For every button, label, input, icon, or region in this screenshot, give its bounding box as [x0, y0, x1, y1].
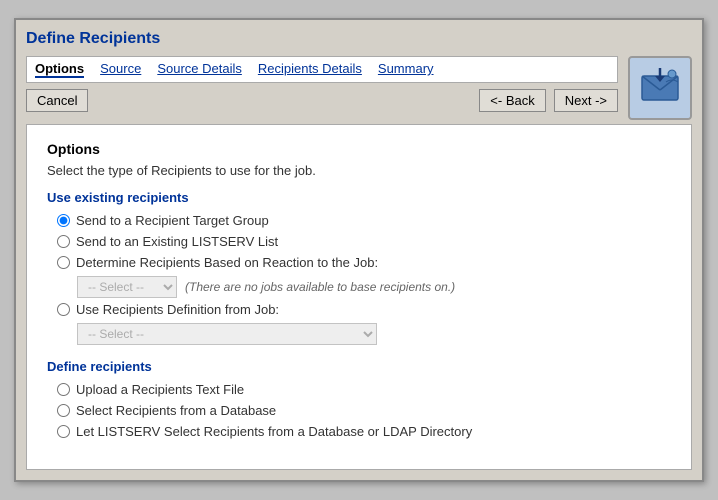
- select-row-r3: -- Select -- (There are no jobs availabl…: [57, 276, 671, 298]
- radio-item-7: Let LISTSERV Select Recipients from a Da…: [57, 424, 671, 439]
- group1-radio-group: Send to a Recipient Target Group Send to…: [47, 213, 671, 345]
- group2-title: Define recipients: [47, 359, 671, 374]
- radio-item-6: Select Recipients from a Database: [57, 403, 671, 418]
- cancel-button[interactable]: Cancel: [26, 89, 88, 112]
- radio-definition-from-job[interactable]: [57, 303, 70, 316]
- radio-label-1[interactable]: Send to a Recipient Target Group: [76, 213, 269, 228]
- radio-item-1: Send to a Recipient Target Group: [57, 213, 671, 228]
- tab-summary[interactable]: Summary: [378, 61, 434, 78]
- radio-item-5: Upload a Recipients Text File: [57, 382, 671, 397]
- radio-label-5[interactable]: Upload a Recipients Text File: [76, 382, 244, 397]
- radio-label-3[interactable]: Determine Recipients Based on Reaction t…: [76, 255, 378, 270]
- radio-label-7[interactable]: Let LISTSERV Select Recipients from a Da…: [76, 424, 472, 439]
- recipients-icon-box: [628, 56, 692, 120]
- select-row-r4: -- Select --: [57, 323, 671, 345]
- header-row: Options Source Source Details Recipients…: [26, 56, 692, 120]
- radio-send-target-group[interactable]: [57, 214, 70, 227]
- tab-source[interactable]: Source: [100, 61, 141, 78]
- recipients-icon: [638, 66, 682, 110]
- radio-item-4: Use Recipients Definition from Job:: [57, 302, 671, 317]
- radio-item-2: Send to an Existing LISTSERV List: [57, 234, 671, 249]
- next-button[interactable]: Next ->: [554, 89, 618, 112]
- radio-label-2[interactable]: Send to an Existing LISTSERV List: [76, 234, 278, 249]
- select-reaction[interactable]: -- Select --: [77, 276, 177, 298]
- tab-options[interactable]: Options: [35, 61, 84, 78]
- radio-select-from-database[interactable]: [57, 404, 70, 417]
- group1-title: Use existing recipients: [47, 190, 671, 205]
- outer-container: Define Recipients Options Source Source …: [14, 18, 704, 482]
- main-panel: Options Select the type of Recipients to…: [26, 124, 692, 470]
- radio-upload-text-file[interactable]: [57, 383, 70, 396]
- hint-r3: (There are no jobs available to base rec…: [185, 280, 455, 294]
- tab-source-details[interactable]: Source Details: [157, 61, 242, 78]
- select-job-definition[interactable]: -- Select --: [77, 323, 377, 345]
- nav-buttons: <- Back Next ->: [479, 89, 618, 112]
- header-content: Options Source Source Details Recipients…: [26, 56, 618, 116]
- radio-reaction[interactable]: [57, 256, 70, 269]
- cancel-area: Cancel <- Back Next ->: [26, 89, 618, 112]
- tab-recipients-details[interactable]: Recipients Details: [258, 61, 362, 78]
- radio-item-3: Determine Recipients Based on Reaction t…: [57, 255, 671, 270]
- radio-label-4[interactable]: Use Recipients Definition from Job:: [76, 302, 279, 317]
- page-title: Define Recipients: [26, 30, 692, 48]
- section-title: Options: [47, 141, 671, 157]
- back-button[interactable]: <- Back: [479, 89, 545, 112]
- radio-listserv-ldap[interactable]: [57, 425, 70, 438]
- section-desc: Select the type of Recipients to use for…: [47, 163, 671, 178]
- group2-radio-group: Upload a Recipients Text File Select Rec…: [47, 382, 671, 439]
- radio-label-6[interactable]: Select Recipients from a Database: [76, 403, 276, 418]
- radio-send-listserv[interactable]: [57, 235, 70, 248]
- tabs-bar: Options Source Source Details Recipients…: [26, 56, 618, 83]
